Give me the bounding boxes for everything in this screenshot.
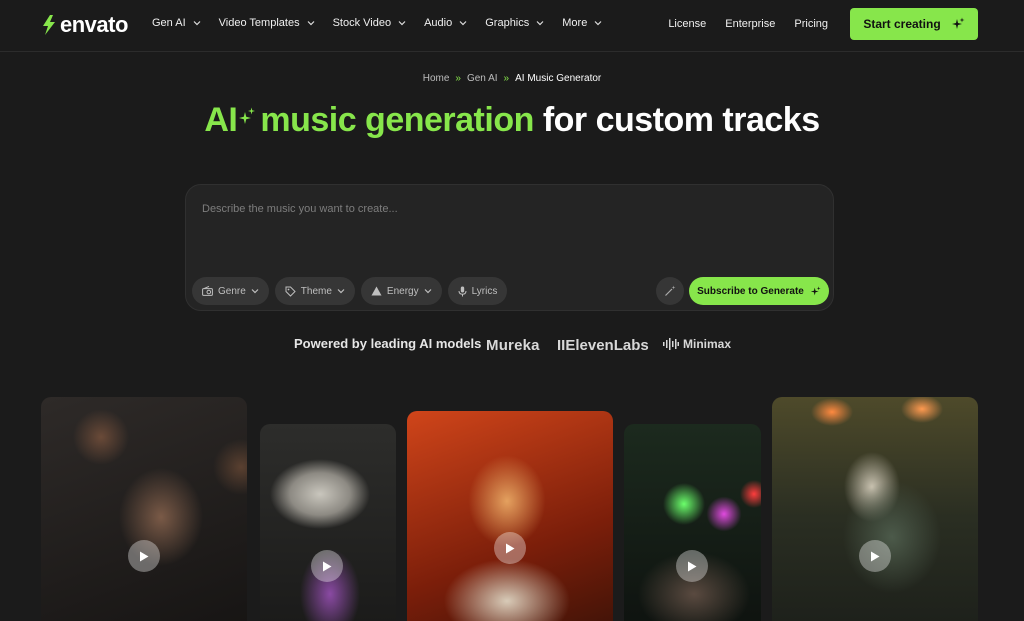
genre-dropdown[interactable]: Genre — [192, 277, 269, 305]
microphone-icon — [458, 286, 467, 296]
breadcrumb-gen-ai[interactable]: Gen AI — [467, 73, 498, 84]
breadcrumb-separator: » — [455, 73, 461, 84]
start-creating-button[interactable]: Start creating — [850, 8, 978, 40]
chevron-down-icon — [536, 21, 544, 26]
elevenlabs-logo: IIElevenLabs — [557, 337, 649, 354]
breadcrumb-current: AI Music Generator — [515, 73, 602, 84]
nav-item-label: Graphics — [485, 17, 530, 29]
track-card-rock-singer[interactable] — [772, 397, 978, 621]
nav-item-stock-video[interactable]: Stock Video — [333, 17, 407, 29]
powered-by-label: Powered by leading AI models — [294, 336, 482, 351]
play-icon — [688, 561, 697, 571]
tag-icon — [285, 286, 296, 297]
chevron-down-icon — [424, 289, 432, 294]
enterprise-link[interactable]: Enterprise — [725, 18, 775, 30]
envato-leaf-icon — [43, 15, 55, 35]
play-icon — [140, 551, 149, 561]
lyrics-label: Lyrics — [471, 285, 498, 297]
energy-label: Energy — [386, 285, 419, 297]
triangle-icon — [371, 286, 382, 296]
mureka-logo: Mureka — [486, 337, 540, 354]
secondary-links: License Enterprise Pricing — [668, 0, 828, 48]
envato-logo[interactable]: envato — [41, 12, 128, 38]
track-card-crowd[interactable] — [624, 424, 761, 621]
pricing-link[interactable]: Pricing — [794, 18, 828, 30]
sparkle-icon — [810, 285, 821, 295]
chevron-down-icon — [251, 289, 259, 294]
logo-wordmark: envato — [60, 12, 128, 37]
magic-wand-icon — [665, 285, 676, 296]
hero-title-ai: AI — [204, 101, 238, 139]
minimax-label: Minimax — [683, 337, 732, 351]
powered-by-section: Powered by leading AI models Mureka IIEl… — [294, 336, 731, 354]
generate-label: Subscribe to Generate — [697, 285, 804, 297]
chevron-down-icon — [337, 289, 345, 294]
sparkle-icon — [951, 17, 965, 29]
music-prompt-panel: Genre Theme Energy Lyrics — [185, 184, 834, 311]
play-button[interactable] — [859, 540, 891, 572]
chevron-down-icon — [398, 21, 406, 26]
prompt-options: Genre Theme Energy Lyrics — [192, 277, 508, 305]
nav-item-label: Audio — [424, 17, 453, 29]
nav-item-label: More — [562, 17, 588, 29]
theme-label: Theme — [300, 285, 332, 297]
genre-label: Genre — [218, 285, 246, 297]
nav-item-more[interactable]: More — [562, 17, 602, 29]
hero-title-rest: for custom tracks — [542, 101, 820, 139]
radio-icon — [202, 286, 213, 296]
page-title: AI music generation for custom tracks — [0, 101, 1024, 140]
chevron-down-icon — [307, 21, 315, 26]
nav-item-audio[interactable]: Audio — [424, 17, 467, 29]
play-button[interactable] — [311, 550, 343, 582]
energy-dropdown[interactable]: Energy — [360, 277, 442, 305]
minimax-logo: Minimax — [663, 337, 731, 351]
nav-item-label: Stock Video — [332, 17, 392, 29]
track-card-rapper[interactable] — [41, 397, 247, 621]
sparkle-icon — [239, 107, 256, 124]
track-card-boombox[interactable] — [260, 424, 396, 621]
play-icon — [871, 551, 880, 561]
music-prompt-input[interactable] — [202, 197, 812, 221]
play-button[interactable] — [676, 550, 708, 582]
theme-dropdown[interactable]: Theme — [274, 277, 355, 305]
nav-item-video-templates[interactable]: Video Templates — [219, 17, 315, 29]
chevron-down-icon — [459, 21, 467, 26]
breadcrumb: Home » Gen AI » AI Music Generator — [0, 73, 1024, 84]
main-menu: Gen AI Video Templates Stock Video Audio… — [152, 0, 602, 46]
breadcrumb-separator: » — [503, 73, 510, 84]
lyrics-button[interactable]: Lyrics — [447, 277, 508, 305]
subscribe-to-generate-button[interactable]: Subscribe to Generate — [689, 277, 829, 305]
license-link[interactable]: License — [668, 18, 706, 30]
chevron-down-icon — [193, 21, 201, 26]
nav-item-graphics[interactable]: Graphics — [485, 17, 544, 29]
waveform-icon — [663, 338, 679, 350]
start-creating-label: Start creating — [863, 17, 941, 31]
play-icon — [323, 561, 332, 571]
nav-item-label: Video Templates — [218, 17, 300, 29]
play-button[interactable] — [128, 540, 160, 572]
nav-item-label: Gen AI — [152, 17, 186, 29]
track-card-dj[interactable] — [407, 411, 613, 621]
hero-title-music-generation: music generation — [260, 101, 534, 139]
play-button[interactable] — [494, 532, 526, 564]
top-navigation: envato Gen AI Video Templates Stock Vide… — [0, 0, 1024, 52]
play-icon — [506, 543, 515, 553]
chevron-down-icon — [594, 21, 602, 26]
magic-wand-button[interactable] — [656, 277, 684, 305]
breadcrumb-home[interactable]: Home — [423, 73, 450, 84]
nav-item-gen-ai[interactable]: Gen AI — [152, 17, 201, 29]
